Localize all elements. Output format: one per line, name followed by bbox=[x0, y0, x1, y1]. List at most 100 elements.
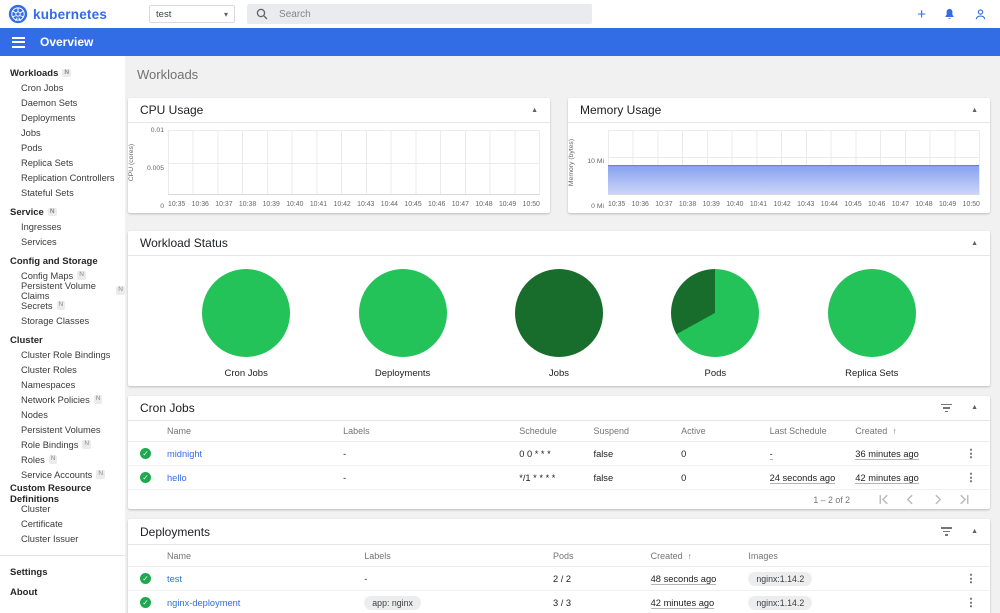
cron-jobs-title: Cron Jobs bbox=[140, 401, 195, 415]
pie-label: Replica Sets bbox=[845, 368, 899, 379]
sidebar-item[interactable]: Certificate bbox=[0, 516, 125, 531]
sort-asc-icon: ↑ bbox=[892, 426, 897, 436]
collapse-icon[interactable]: ▲ bbox=[969, 526, 980, 537]
sidebar-item[interactable]: Cluster Issuer bbox=[0, 531, 125, 546]
sidebar-item[interactable]: Cluster Role Bindings bbox=[0, 347, 125, 362]
sidebar-item[interactable]: Role Bindings N bbox=[0, 437, 125, 452]
namespace-selector[interactable]: test ▾ bbox=[149, 5, 236, 23]
collapse-icon[interactable]: ▲ bbox=[969, 238, 980, 249]
sidebar-item[interactable]: Storage Classes bbox=[0, 313, 125, 328]
memory-usage-card: Memory Usage ▲ Memory (bytes) 10 Mi 0 Mi bbox=[568, 98, 990, 213]
namespaced-badge: N bbox=[116, 286, 125, 295]
workload-status-chart: Cron Jobs bbox=[202, 269, 291, 379]
sidebar-item[interactable]: Cron Jobs bbox=[0, 80, 125, 95]
cell-created: 36 minutes ago bbox=[855, 448, 919, 460]
search-bar[interactable] bbox=[247, 4, 593, 24]
col-pods: Pods bbox=[552, 550, 574, 561]
namespaced-badge: N bbox=[77, 271, 86, 280]
sidebar-item[interactable]: Cluster Roles bbox=[0, 362, 125, 377]
sidebar: Workloads N Cron Jobs Daemon Sets Deployme… bbox=[0, 56, 125, 613]
collapse-icon[interactable]: ▲ bbox=[969, 402, 980, 413]
bell-icon bbox=[945, 8, 954, 19]
table-row: ✓ hello - */1 * * * * false 0 24 seconds ago 42… bbox=[128, 466, 990, 490]
row-menu-button[interactable]: ⋮ bbox=[960, 572, 982, 585]
cell-pods: 3 / 3 bbox=[552, 597, 572, 608]
col-labels: Labels bbox=[364, 550, 391, 561]
filter-icon[interactable] bbox=[940, 524, 953, 538]
table-row: ✓ test - 2 / 2 48 seconds ago nginx:1.14.2 ⋮ bbox=[128, 567, 990, 591]
workload-pie bbox=[671, 269, 760, 357]
sidebar-item[interactable]: Replica Sets bbox=[0, 155, 125, 170]
namespaced-badge: N bbox=[48, 455, 58, 464]
notifications-button[interactable] bbox=[938, 5, 961, 24]
menu-button[interactable] bbox=[10, 35, 27, 50]
sidebar-section-workloads[interactable]: Workloads N bbox=[0, 66, 125, 80]
cpu-plot-area bbox=[168, 130, 540, 195]
sidebar-item[interactable]: Pods bbox=[0, 140, 125, 155]
collapse-icon[interactable]: ▲ bbox=[969, 105, 980, 116]
cell-active: 0 bbox=[681, 472, 687, 483]
user-icon bbox=[975, 8, 986, 19]
sidebar-section-crd[interactable]: Custom Resource Definitions bbox=[0, 483, 125, 505]
previous-page-button[interactable] bbox=[897, 493, 924, 506]
pie-label: Deployments bbox=[374, 368, 431, 379]
sidebar-item[interactable]: Roles N bbox=[0, 452, 125, 467]
col-created-sort[interactable]: Created ↑ bbox=[855, 426, 960, 436]
sidebar-item[interactable]: Persistent Volume Claims N bbox=[0, 281, 125, 301]
usage-charts-row: CPU Usage ▲ CPU (cores) 0.01 0.005 0 10:… bbox=[128, 98, 990, 213]
sidebar-item[interactable]: Persistent Volumes bbox=[0, 422, 125, 437]
deployment-name-link[interactable]: nginx-deployment bbox=[167, 598, 364, 608]
namespaced-badge: N bbox=[62, 68, 72, 78]
memory-x-axis-labels: 10:35 10:36 10:37 10:38 10:39 10:40 10:41 10:42… bbox=[608, 201, 980, 208]
col-images: Images bbox=[748, 550, 778, 561]
sidebar-item[interactable]: Nodes bbox=[0, 407, 125, 422]
memory-y-axis-label: Memory (bytes) bbox=[568, 138, 576, 187]
next-page-button[interactable] bbox=[924, 493, 951, 506]
cell-labels: - bbox=[343, 472, 347, 483]
create-resource-button[interactable]: + bbox=[913, 5, 930, 24]
sidebar-item-about[interactable]: About bbox=[0, 582, 125, 602]
sidebar-item[interactable]: Jobs bbox=[0, 125, 125, 140]
cronjob-name-link[interactable]: midnight bbox=[167, 449, 343, 459]
collapse-icon[interactable]: ▲ bbox=[529, 105, 540, 116]
sidebar-item[interactable]: Daemon Sets bbox=[0, 95, 125, 110]
status-ok-icon: ✓ bbox=[140, 448, 151, 459]
pagination: 1 – 2 of 2 bbox=[128, 490, 990, 509]
first-page-button[interactable] bbox=[870, 493, 897, 506]
memory-plot-area bbox=[608, 130, 980, 195]
filter-icon[interactable] bbox=[940, 401, 953, 415]
search-input[interactable] bbox=[277, 7, 584, 21]
cell-created: 42 minutes ago bbox=[855, 472, 919, 484]
sidebar-item[interactable]: Network Policies N bbox=[0, 392, 125, 407]
row-menu-button[interactable]: ⋮ bbox=[960, 471, 982, 484]
user-menu-button[interactable] bbox=[969, 5, 992, 24]
last-page-button[interactable] bbox=[951, 493, 978, 506]
image-chip: nginx:1.14.2 bbox=[748, 595, 813, 610]
sidebar-item[interactable]: Service Accounts N bbox=[0, 467, 125, 482]
cronjob-name-link[interactable]: hello bbox=[167, 473, 343, 483]
sidebar-item[interactable]: Replication Controllers bbox=[0, 170, 125, 185]
cell-last-schedule: 24 seconds ago bbox=[769, 472, 836, 484]
sidebar-item[interactable]: Stateful Sets bbox=[0, 185, 125, 200]
sidebar-item-settings[interactable]: Settings bbox=[0, 562, 125, 582]
sidebar-item[interactable]: Namespaces bbox=[0, 377, 125, 392]
sidebar-item[interactable]: Services bbox=[0, 234, 125, 249]
page-title: Workloads bbox=[137, 67, 199, 82]
col-created-sort[interactable]: Created ↑ bbox=[651, 551, 749, 561]
row-menu-button[interactable]: ⋮ bbox=[960, 596, 982, 609]
app-header: kubernetes test ▾ + bbox=[0, 0, 1000, 28]
deployment-name-link[interactable]: test bbox=[167, 574, 364, 584]
col-suspend: Suspend bbox=[593, 426, 630, 436]
sidebar-item[interactable]: Ingresses bbox=[0, 219, 125, 234]
row-menu-button[interactable]: ⋮ bbox=[960, 447, 982, 460]
pie-label: Pods bbox=[704, 368, 727, 379]
sidebar-section-service[interactable]: Service N bbox=[0, 205, 125, 219]
deployments-table-body: ✓ test - 2 / 2 48 seconds ago nginx:1.14.2 ⋮ ✓ n… bbox=[128, 567, 990, 613]
header-actions: + bbox=[913, 5, 992, 24]
cell-images: nginx:1.14.2 bbox=[748, 571, 960, 586]
namespaced-badge: N bbox=[47, 207, 57, 217]
sidebar-section-config-storage[interactable]: Config and Storage bbox=[0, 254, 125, 268]
namespace-selected-value: test bbox=[156, 8, 172, 20]
sidebar-section-cluster[interactable]: Cluster bbox=[0, 333, 125, 347]
sidebar-item[interactable]: Deployments bbox=[0, 110, 125, 125]
